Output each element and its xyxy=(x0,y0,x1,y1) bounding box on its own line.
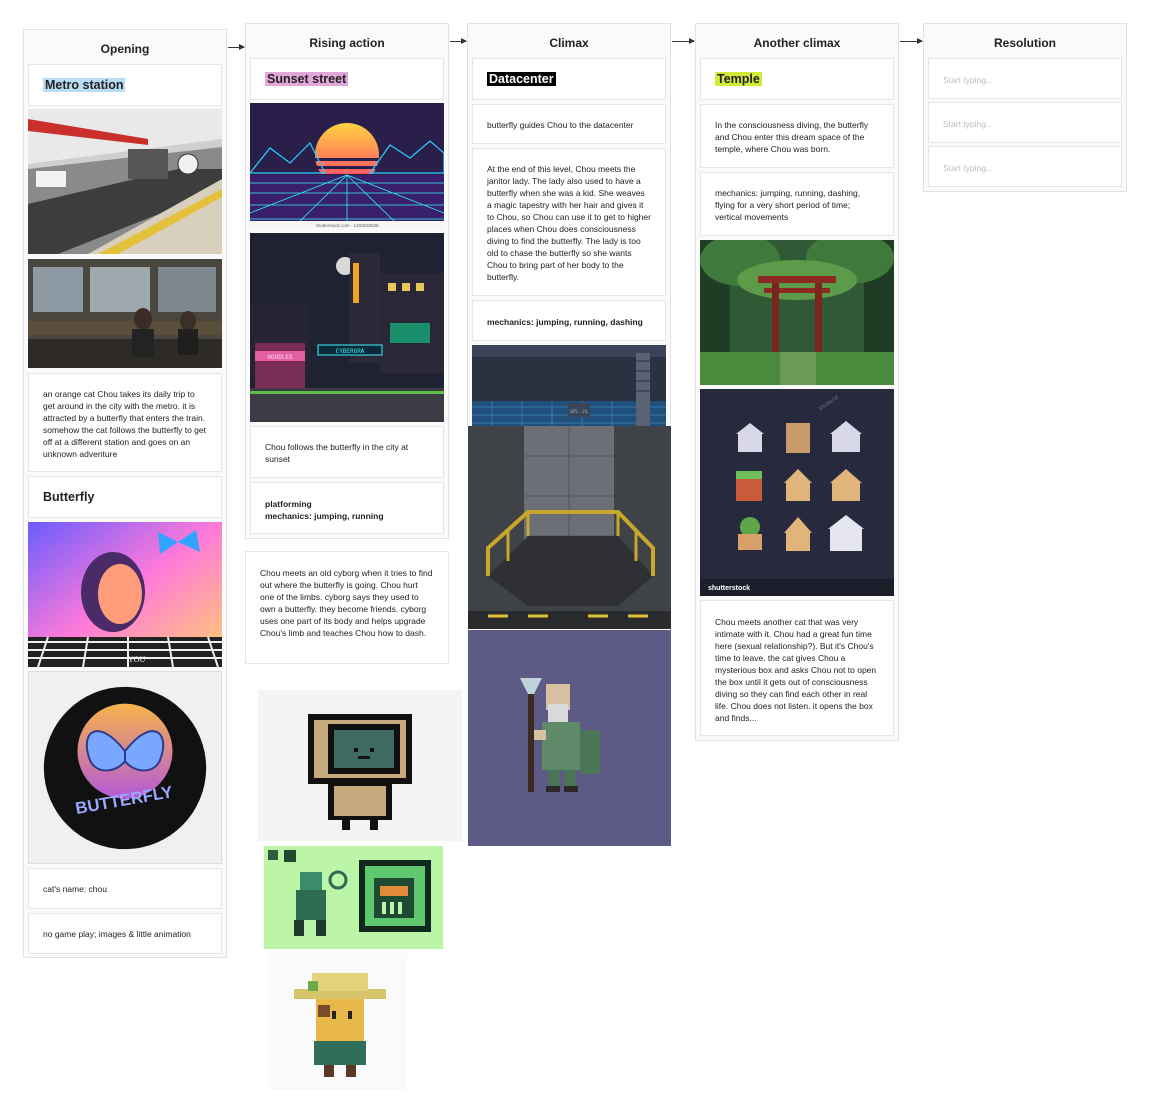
forest-torii-illustration xyxy=(700,240,894,385)
another-cat-text: Chou meets another cat that was very int… xyxy=(715,617,877,723)
another-mechanics-text: mechanics: jumping, running, dashing, fl… xyxy=(715,188,861,222)
arrow-climax-to-another xyxy=(672,38,695,44)
card-climax-guide[interactable]: butterfly guides Chou to the datacenter xyxy=(472,104,666,144)
resolution-placeholder-text-2: Start typing... xyxy=(943,119,994,129)
card-another-mechanics[interactable]: mechanics: jumping, running, dashing, fl… xyxy=(700,172,894,236)
card-cat-name[interactable]: cat's name: chou xyxy=(28,868,222,909)
image-old-janitor-sprite[interactable] xyxy=(468,630,671,846)
arrow-rising-to-climax xyxy=(450,38,467,44)
pixel-robot-illustration xyxy=(258,690,462,841)
column-title-climax: Climax xyxy=(549,36,589,50)
card-butterfly[interactable]: Butterfly xyxy=(28,476,222,518)
image-knight-sprite[interactable] xyxy=(264,846,443,949)
image-butterfly-poster[interactable]: YOU xyxy=(28,522,222,667)
old-janitor-illustration xyxy=(468,630,671,846)
resolution-placeholder-text-1: Start typing... xyxy=(943,75,994,85)
elevator-platform-illustration xyxy=(468,426,671,629)
column-title-opening: Opening xyxy=(100,42,150,56)
heading-sunset-street: Sunset street xyxy=(265,72,349,86)
card-another-cat[interactable]: Chou meets another cat that was very int… xyxy=(700,600,894,736)
cyborg-story-text: Chou meets an old cyborg when it tries t… xyxy=(260,568,433,638)
image-scarecrow-sprite[interactable] xyxy=(268,953,407,1090)
rising-mechanics-line1: platforming xyxy=(265,499,312,509)
heading-temple: Temple xyxy=(715,72,762,86)
column-title-rising-action: Rising action xyxy=(309,36,385,50)
opening-description-text: an orange cat Chou takes its daily trip … xyxy=(43,389,207,459)
image-pixel-city-night[interactable]: NOODLES CYBERGRA xyxy=(250,233,444,422)
image-elevator-platform[interactable] xyxy=(468,426,671,629)
pixel-city-illustration: NOODLES CYBERGRA xyxy=(250,233,444,422)
card-opening-note[interactable]: no game play; images & little animation xyxy=(28,913,222,954)
column-title-another-climax: Another climax xyxy=(753,36,841,50)
rising-mechanics-line2: mechanics: jumping, running xyxy=(265,511,384,521)
card-janitor-lady[interactable]: At the end of this level, Chou meets the… xyxy=(472,148,666,296)
butterfly-badge-illustration: BUTTERFLY xyxy=(43,686,207,850)
temple-icons-illustration: shutterstock shutterst xyxy=(700,389,894,596)
metro-platform-illustration xyxy=(28,109,222,254)
card-resolution-placeholder-1[interactable]: Start typing... xyxy=(928,58,1122,99)
card-metro-station[interactable]: Metro station xyxy=(28,64,222,106)
image-pixel-robot[interactable] xyxy=(258,690,462,841)
card-datacenter[interactable]: Datacenter xyxy=(472,58,666,100)
arrow-opening-to-rising xyxy=(228,44,245,50)
noodles-sign: NOODLES xyxy=(267,354,293,361)
card-cyborg-story[interactable]: Chou meets an old cyborg when it tries t… xyxy=(245,551,449,664)
cyber-sign: CYBERGRA xyxy=(336,348,365,355)
sunset-image-credit: shutterstock.com · 1493538638 xyxy=(315,223,379,228)
heading-datacenter: Datacenter xyxy=(487,72,556,86)
card-resolution-placeholder-2[interactable]: Start typing... xyxy=(928,102,1122,143)
poster-caption: YOU xyxy=(128,655,146,664)
card-resolution-placeholder-3[interactable]: Start typing... xyxy=(928,146,1122,187)
image-temple-icons[interactable]: shutterstock shutterst xyxy=(700,389,894,596)
image-metro-train-interior[interactable] xyxy=(28,259,222,368)
heading-metro-station: Metro station xyxy=(43,78,126,92)
card-climax-mechanics[interactable]: mechanics: jumping, running, dashing xyxy=(472,300,666,341)
climax-guide-text: butterfly guides Chou to the datacenter xyxy=(487,120,634,130)
cat-name-text: cat's name: chou xyxy=(43,884,107,894)
image-forest-torii[interactable] xyxy=(700,240,894,385)
synthwave-sunset-illustration: shutterstock.com · 1493538638 xyxy=(250,103,444,229)
column-title-resolution: Resolution xyxy=(994,36,1056,50)
climax-mechanics-text: mechanics: jumping, running, dashing xyxy=(487,317,643,327)
arrow-another-to-resolution xyxy=(900,38,923,44)
butterfly-poster-illustration: YOU xyxy=(28,522,222,667)
card-consciousness-diving[interactable]: In the consciousness diving, the butterf… xyxy=(700,104,894,168)
datacenter-level-illustration: SPL 21 xyxy=(472,345,666,429)
janitor-lady-text: At the end of this level, Chou meets the… xyxy=(487,164,651,282)
card-rising-mechanics[interactable]: platforming mechanics: jumping, running xyxy=(250,482,444,534)
card-opening-description[interactable]: an orange cat Chou takes its daily trip … xyxy=(28,373,222,472)
rising-description-text: Chou follows the butterfly in the city a… xyxy=(265,442,409,464)
consciousness-diving-text: In the consciousness diving, the butterf… xyxy=(715,120,869,154)
image-butterfly-badge[interactable]: BUTTERFLY xyxy=(28,671,222,864)
opening-note-text: no game play; images & little animation xyxy=(43,929,191,939)
card-sunset-street[interactable]: Sunset street xyxy=(250,58,444,100)
shutterstock-watermark: shutterstock xyxy=(708,585,750,592)
resolution-placeholder-text-3: Start typing... xyxy=(943,163,994,173)
card-temple[interactable]: Temple xyxy=(700,58,894,100)
scarecrow-sprite-illustration xyxy=(268,953,407,1090)
datacenter-tile-label: SPL 21 xyxy=(570,409,588,415)
card-rising-description[interactable]: Chou follows the butterfly in the city a… xyxy=(250,426,444,478)
image-datacenter-level[interactable]: SPL 21 xyxy=(472,345,666,429)
train-interior-illustration xyxy=(28,259,222,368)
knight-sprite-illustration xyxy=(264,846,443,949)
image-synthwave-sunset[interactable]: shutterstock.com · 1493538638 xyxy=(250,103,444,229)
heading-butterfly: Butterfly xyxy=(43,490,95,504)
image-metro-platform[interactable] xyxy=(28,109,222,254)
